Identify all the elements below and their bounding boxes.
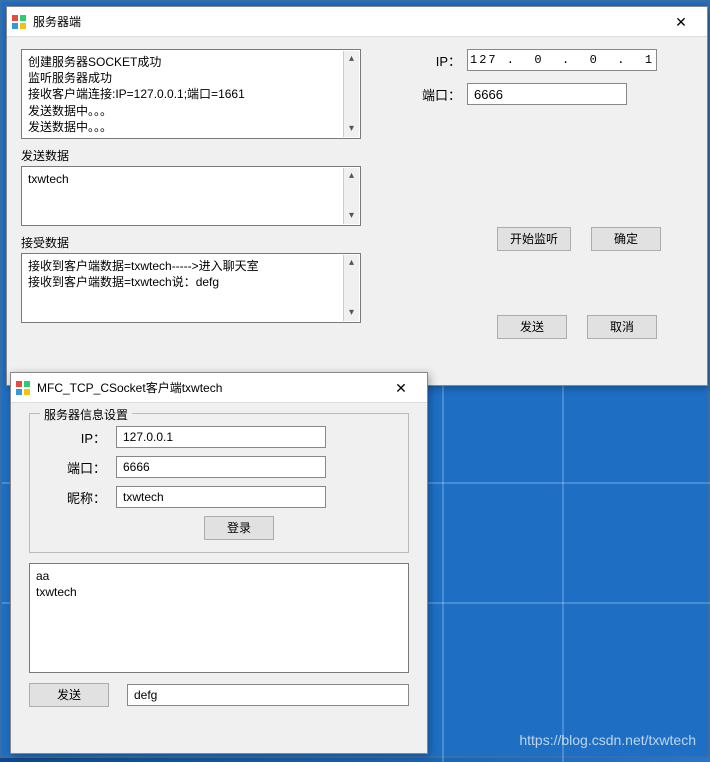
scroll-up-icon[interactable]: ▴ <box>344 51 359 67</box>
scroll-up-icon[interactable]: ▴ <box>344 168 359 184</box>
client-ip-input[interactable] <box>116 426 326 448</box>
server-log[interactable]: 创建服务器SOCKET成功 监听服务器成功 接收客户端连接:IP=127.0.0… <box>21 49 361 139</box>
client-nick-input[interactable] <box>116 486 326 508</box>
scroll-up-icon[interactable]: ▴ <box>344 255 359 271</box>
client-titlebar[interactable]: MFC_TCP_CSocket客户端txwtech ✕ <box>11 373 427 403</box>
cancel-button[interactable]: 取消 <box>587 315 657 339</box>
server-send-text: txwtech <box>28 171 354 187</box>
server-info-group: 服务器信息设置 IP： 端口： 昵称： 登录 <box>29 413 409 553</box>
client-send-button[interactable]: 发送 <box>29 683 109 707</box>
server-recv-text: 接收到客户端数据=txwtech----->进入聊天室 接收到客户端数据=txw… <box>28 258 354 290</box>
close-icon[interactable]: ✕ <box>659 8 703 36</box>
client-port-input[interactable] <box>116 456 326 478</box>
watermark: https://blog.csdn.net/txwtech <box>519 732 696 748</box>
send-label: 发送数据 <box>21 147 693 164</box>
scroll-down-icon[interactable]: ▾ <box>344 305 359 321</box>
client-title: MFC_TCP_CSocket客户端txwtech <box>37 379 379 396</box>
client-msg-text: aa txwtech <box>36 568 402 600</box>
scroll-down-icon[interactable]: ▾ <box>344 121 359 137</box>
scrollbar[interactable]: ▴ ▾ <box>343 255 359 321</box>
group-title: 服务器信息设置 <box>40 406 132 423</box>
send-button[interactable]: 发送 <box>497 315 567 339</box>
scroll-down-icon[interactable]: ▾ <box>344 208 359 224</box>
start-listen-button[interactable]: 开始监听 <box>497 227 571 251</box>
ip-label: IP： <box>407 51 461 70</box>
client-msg-list[interactable]: aa txwtech <box>29 563 409 673</box>
port-input[interactable] <box>467 83 627 105</box>
ok-button[interactable]: 确定 <box>591 227 661 251</box>
server-titlebar[interactable]: 服务器端 ✕ <box>7 7 707 37</box>
client-nick-label: 昵称： <box>46 488 106 507</box>
app-icon <box>11 14 27 30</box>
app-icon <box>15 380 31 396</box>
client-send-input[interactable] <box>127 684 409 706</box>
server-log-text: 创建服务器SOCKET成功 监听服务器成功 接收客户端连接:IP=127.0.0… <box>28 54 354 135</box>
server-title: 服务器端 <box>33 13 659 30</box>
server-recv-textarea[interactable]: 接收到客户端数据=txwtech----->进入聊天室 接收到客户端数据=txw… <box>21 253 361 323</box>
client-port-label: 端口： <box>46 458 106 477</box>
close-icon[interactable]: ✕ <box>379 374 423 402</box>
ip-input[interactable] <box>467 49 657 71</box>
server-send-textarea[interactable]: txwtech ▴ ▾ <box>21 166 361 226</box>
scrollbar[interactable]: ▴ ▾ <box>343 168 359 224</box>
client-window: MFC_TCP_CSocket客户端txwtech ✕ 服务器信息设置 IP： … <box>10 372 428 754</box>
scrollbar[interactable]: ▴ ▾ <box>343 51 359 137</box>
port-label: 端口： <box>407 85 461 104</box>
login-button[interactable]: 登录 <box>204 516 274 540</box>
client-ip-label: IP： <box>46 428 106 447</box>
server-window: 服务器端 ✕ 创建服务器SOCKET成功 监听服务器成功 接收客户端连接:IP=… <box>6 6 708 386</box>
